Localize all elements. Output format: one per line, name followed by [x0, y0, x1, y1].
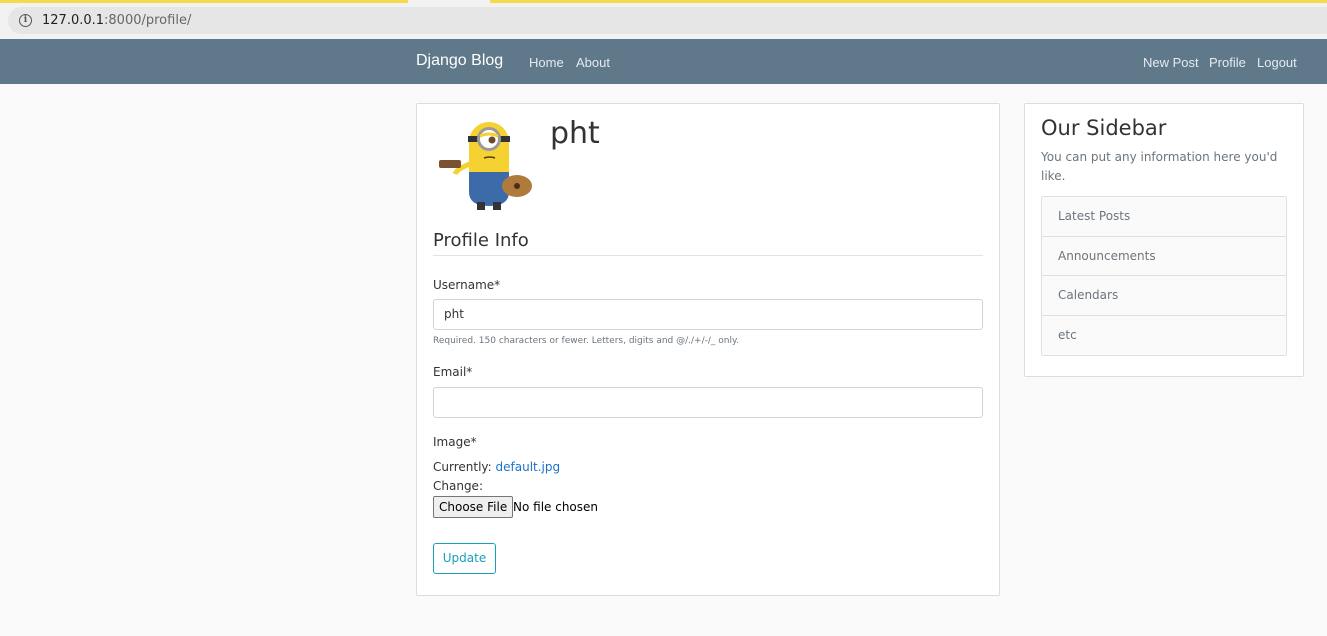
sidebar-item-announcements[interactable]: Announcements	[1042, 236, 1286, 276]
sidebar-title: Our Sidebar	[1041, 116, 1167, 140]
nav-new-post-link[interactable]: New Post	[1143, 55, 1199, 70]
username-help-text: Required. 150 characters or fewer. Lette…	[433, 336, 739, 346]
info-icon[interactable]: i	[19, 14, 32, 27]
username-input[interactable]: pht	[433, 299, 983, 330]
email-input[interactable]	[433, 387, 983, 418]
sidebar-list: Latest Posts Announcements Calendars etc	[1041, 196, 1287, 356]
nav-home-link[interactable]: Home	[529, 55, 564, 70]
currently-line: Currently: default.jpg	[433, 460, 560, 474]
url-text[interactable]: 127.0.0.1:8000/profile/	[42, 13, 191, 28]
image-label: Image*	[433, 435, 477, 449]
choose-file-button[interactable]: Choose File	[433, 496, 514, 518]
update-button[interactable]: Update	[433, 543, 496, 574]
navbar: Django Blog Home About New Post Profile …	[0, 39, 1327, 84]
sidebar-item-calendars[interactable]: Calendars	[1042, 276, 1286, 316]
nav-about-link[interactable]: About	[576, 55, 610, 70]
profile-card: pht Profile Info Username* pht Required.…	[416, 103, 1000, 596]
no-file-chosen-text: No file chosen	[513, 500, 599, 514]
profile-username-title: pht	[550, 116, 600, 151]
browser-toolbar: i 127.0.0.1:8000/profile/	[0, 3, 1327, 39]
sidebar-item-etc[interactable]: etc	[1042, 315, 1286, 355]
url-path: :8000/profile/	[104, 13, 192, 28]
email-label: Email*	[433, 365, 473, 379]
sidebar-description: You can put any information here you'd l…	[1041, 150, 1278, 183]
currently-label: Currently:	[433, 460, 492, 474]
sidebar: Our Sidebar You can put any information …	[1024, 103, 1304, 377]
sidebar-item-latest-posts[interactable]: Latest Posts	[1042, 197, 1286, 237]
username-label: Username*	[433, 278, 501, 292]
nav-logout-link[interactable]: Logout	[1257, 55, 1297, 70]
address-bar[interactable]: i 127.0.0.1:8000/profile/	[8, 7, 1327, 34]
change-label: Change:	[433, 479, 483, 493]
brand-link[interactable]: Django Blog	[416, 52, 503, 70]
minion-avatar	[439, 122, 532, 210]
current-file-link[interactable]: default.jpg	[496, 460, 561, 474]
url-host: 127.0.0.1	[42, 13, 105, 28]
nav-profile-link[interactable]: Profile	[1209, 55, 1246, 70]
form-legend: Profile Info	[433, 230, 983, 256]
